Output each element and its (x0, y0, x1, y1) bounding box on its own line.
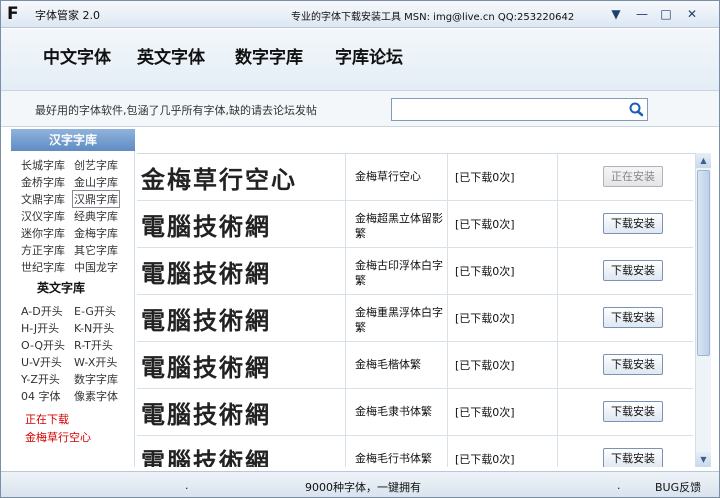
font-preview: 電腦技術網 (141, 259, 271, 288)
sidebar-item[interactable]: 长城字库 (21, 157, 65, 173)
bug-feedback-link[interactable]: BUG反馈 (655, 479, 701, 495)
download-count: [已下载0次] (455, 406, 515, 419)
minimize-button[interactable]: — (633, 6, 651, 22)
sidebar-item[interactable]: A-D开头 (21, 303, 63, 319)
download-count: [已下载0次] (455, 171, 515, 184)
title-bar: F 字体管家 2.0 专业的字体下载安装工具 MSN: img@live.cn … (1, 1, 719, 28)
font-name: 金梅古印浮体白字繁 (355, 259, 443, 287)
sidebar-item[interactable]: 文鼎字库 (21, 191, 65, 207)
sidebar-item[interactable]: U-V开头 (21, 354, 62, 370)
status-dot-right: . (617, 479, 621, 492)
sidebar-item[interactable]: 金桥字库 (21, 174, 65, 190)
download-install-button[interactable]: 下载安装 (603, 213, 663, 234)
app-logo-icon: F (7, 4, 19, 24)
sidebar-item[interactable]: H-J开头 (21, 320, 59, 336)
main-nav: 中文字体 英文字体 数字字库 字库论坛 (1, 29, 719, 90)
font-preview: 電腦技術網 (141, 447, 271, 467)
nav-forum[interactable]: 字库论坛 (335, 43, 403, 68)
download-install-button[interactable]: 下载安装 (603, 354, 663, 375)
sidebar-item[interactable]: 其它字库 (74, 242, 118, 258)
table-row: 電腦技術網 金梅重黑浮体白字繁 [已下载0次] 下载安装 (137, 295, 693, 342)
download-install-button[interactable]: 下载安装 (603, 307, 663, 328)
sidebar-item[interactable]: 像素字体 (74, 388, 118, 404)
sidebar-item[interactable]: R-T开头 (74, 337, 113, 353)
font-name: 金梅超黑立体留影繁 (355, 212, 443, 240)
table-row: 電腦技術網 金梅毛楷体繁 [已下载0次] 下载安装 (137, 342, 693, 389)
sidebar-item[interactable]: 经典字库 (74, 208, 118, 224)
status-message: 9000种字体，一键拥有 (305, 481, 421, 494)
font-preview: 金梅草行空心 (141, 165, 297, 194)
nav-number-fonts[interactable]: 数字字库 (235, 43, 303, 68)
font-list: 金梅草行空心 金梅草行空心 [已下载0次] 正在安装 電腦技術網 金梅超黑立体留… (137, 153, 695, 467)
download-install-button[interactable]: 下载安装 (603, 260, 663, 281)
installing-button[interactable]: 正在安装 (603, 166, 663, 187)
sidebar-item[interactable]: K-N开头 (74, 320, 114, 336)
sidebar-item[interactable]: 汉仪字库 (21, 208, 65, 224)
sidebar-item[interactable]: O-Q开头 (21, 337, 65, 353)
table-row: 電腦技術網 金梅超黑立体留影繁 [已下载0次] 下载安装 (137, 201, 693, 248)
font-preview: 電腦技術網 (141, 306, 271, 335)
status-bar: . 9000种字体，一键拥有 . BUG反馈 (1, 471, 719, 497)
sidebar-header-english: 英文字库 (37, 281, 86, 295)
download-count: [已下载0次] (455, 312, 515, 325)
download-install-button[interactable]: 下载安装 (603, 448, 663, 467)
font-name: 金梅草行空心 (355, 170, 421, 183)
title-slogan: 专业的字体下载安装工具 MSN: img@live.cn QQ:25322064… (291, 12, 575, 23)
maximize-button[interactable]: □ (657, 6, 675, 22)
font-preview: 電腦技術網 (141, 212, 271, 241)
sidebar-item[interactable]: E-G开头 (74, 303, 116, 319)
menu-dropdown-icon[interactable]: ▼ (607, 6, 625, 22)
sidebar-item[interactable]: 创艺字库 (74, 157, 118, 173)
download-count: [已下载0次] (455, 359, 515, 372)
sidebar-item[interactable]: 迷你字库 (21, 225, 65, 241)
table-row: 電腦技術網 金梅毛隶书体繁 [已下载0次] 下载安装 (137, 389, 693, 436)
nav-chinese-fonts[interactable]: 中文字体 (43, 43, 111, 68)
font-preview: 電腦技術網 (141, 400, 271, 429)
app-title: 字体管家 2.0 (35, 9, 100, 22)
sidebar-item[interactable]: 世纪字库 (21, 259, 65, 275)
search-row: 最好用的字体软件,包涵了几乎所有字体,缺的请去论坛发帖 (1, 90, 719, 127)
download-count: [已下载0次] (455, 265, 515, 278)
close-button[interactable]: ✕ (683, 6, 701, 22)
sidebar-item-selected[interactable]: 汉鼎字库 (72, 190, 120, 208)
sidebar-header-chinese: 汉字字库 (11, 129, 135, 151)
font-name: 金梅毛隶书体繁 (355, 405, 432, 418)
sidebar-item[interactable]: W-X开头 (74, 354, 117, 370)
sidebar-item[interactable]: 04 字体 (21, 388, 61, 404)
sidebar-item[interactable]: 方正字库 (21, 242, 65, 258)
scrollbar-thumb[interactable] (697, 170, 710, 356)
status-dot-left: . (185, 479, 189, 492)
search-hint: 最好用的字体软件,包涵了几乎所有字体,缺的请去论坛发帖 (35, 104, 317, 117)
search-input[interactable] (391, 98, 648, 121)
sidebar-item[interactable]: 中国龙字 (74, 259, 118, 275)
sidebar-item[interactable]: 数字字库 (74, 371, 118, 387)
scroll-down-icon[interactable]: ▼ (696, 452, 711, 467)
download-count: [已下载0次] (455, 453, 515, 466)
table-row: 金梅草行空心 金梅草行空心 [已下载0次] 正在安装 (137, 154, 693, 201)
download-count: [已下载0次] (455, 218, 515, 231)
app-window: F 字体管家 2.0 专业的字体下载安装工具 MSN: img@live.cn … (0, 0, 720, 498)
scroll-up-icon[interactable]: ▲ (696, 153, 711, 168)
downloading-label: 正在下载 (25, 413, 69, 426)
font-name: 金梅重黑浮体白字繁 (355, 306, 443, 334)
download-install-button[interactable]: 下载安装 (603, 401, 663, 422)
table-row: 電腦技術網 金梅毛行书体繁 [已下载0次] 下载安装 (137, 436, 693, 467)
vertical-scrollbar[interactable]: ▲ ▼ (695, 153, 711, 467)
sidebar-item[interactable]: 金山字库 (74, 174, 118, 190)
nav-english-fonts[interactable]: 英文字体 (137, 43, 205, 68)
sidebar-item[interactable]: 金梅字库 (74, 225, 118, 241)
font-name: 金梅毛行书体繁 (355, 452, 432, 465)
sidebar-item[interactable]: Y-Z开头 (21, 371, 60, 387)
font-preview: 電腦技術網 (141, 353, 271, 382)
font-name: 金梅毛楷体繁 (355, 358, 421, 371)
search-icon[interactable] (627, 101, 647, 118)
table-row: 電腦技術網 金梅古印浮体白字繁 [已下载0次] 下载安装 (137, 248, 693, 295)
sidebar: 汉字字库 长城字库 创艺字库 金桥字库 金山字库 文鼎字库 汉鼎字库 汉仪字库 … (11, 129, 135, 467)
downloading-font-name[interactable]: 金梅草行空心 (25, 429, 91, 445)
